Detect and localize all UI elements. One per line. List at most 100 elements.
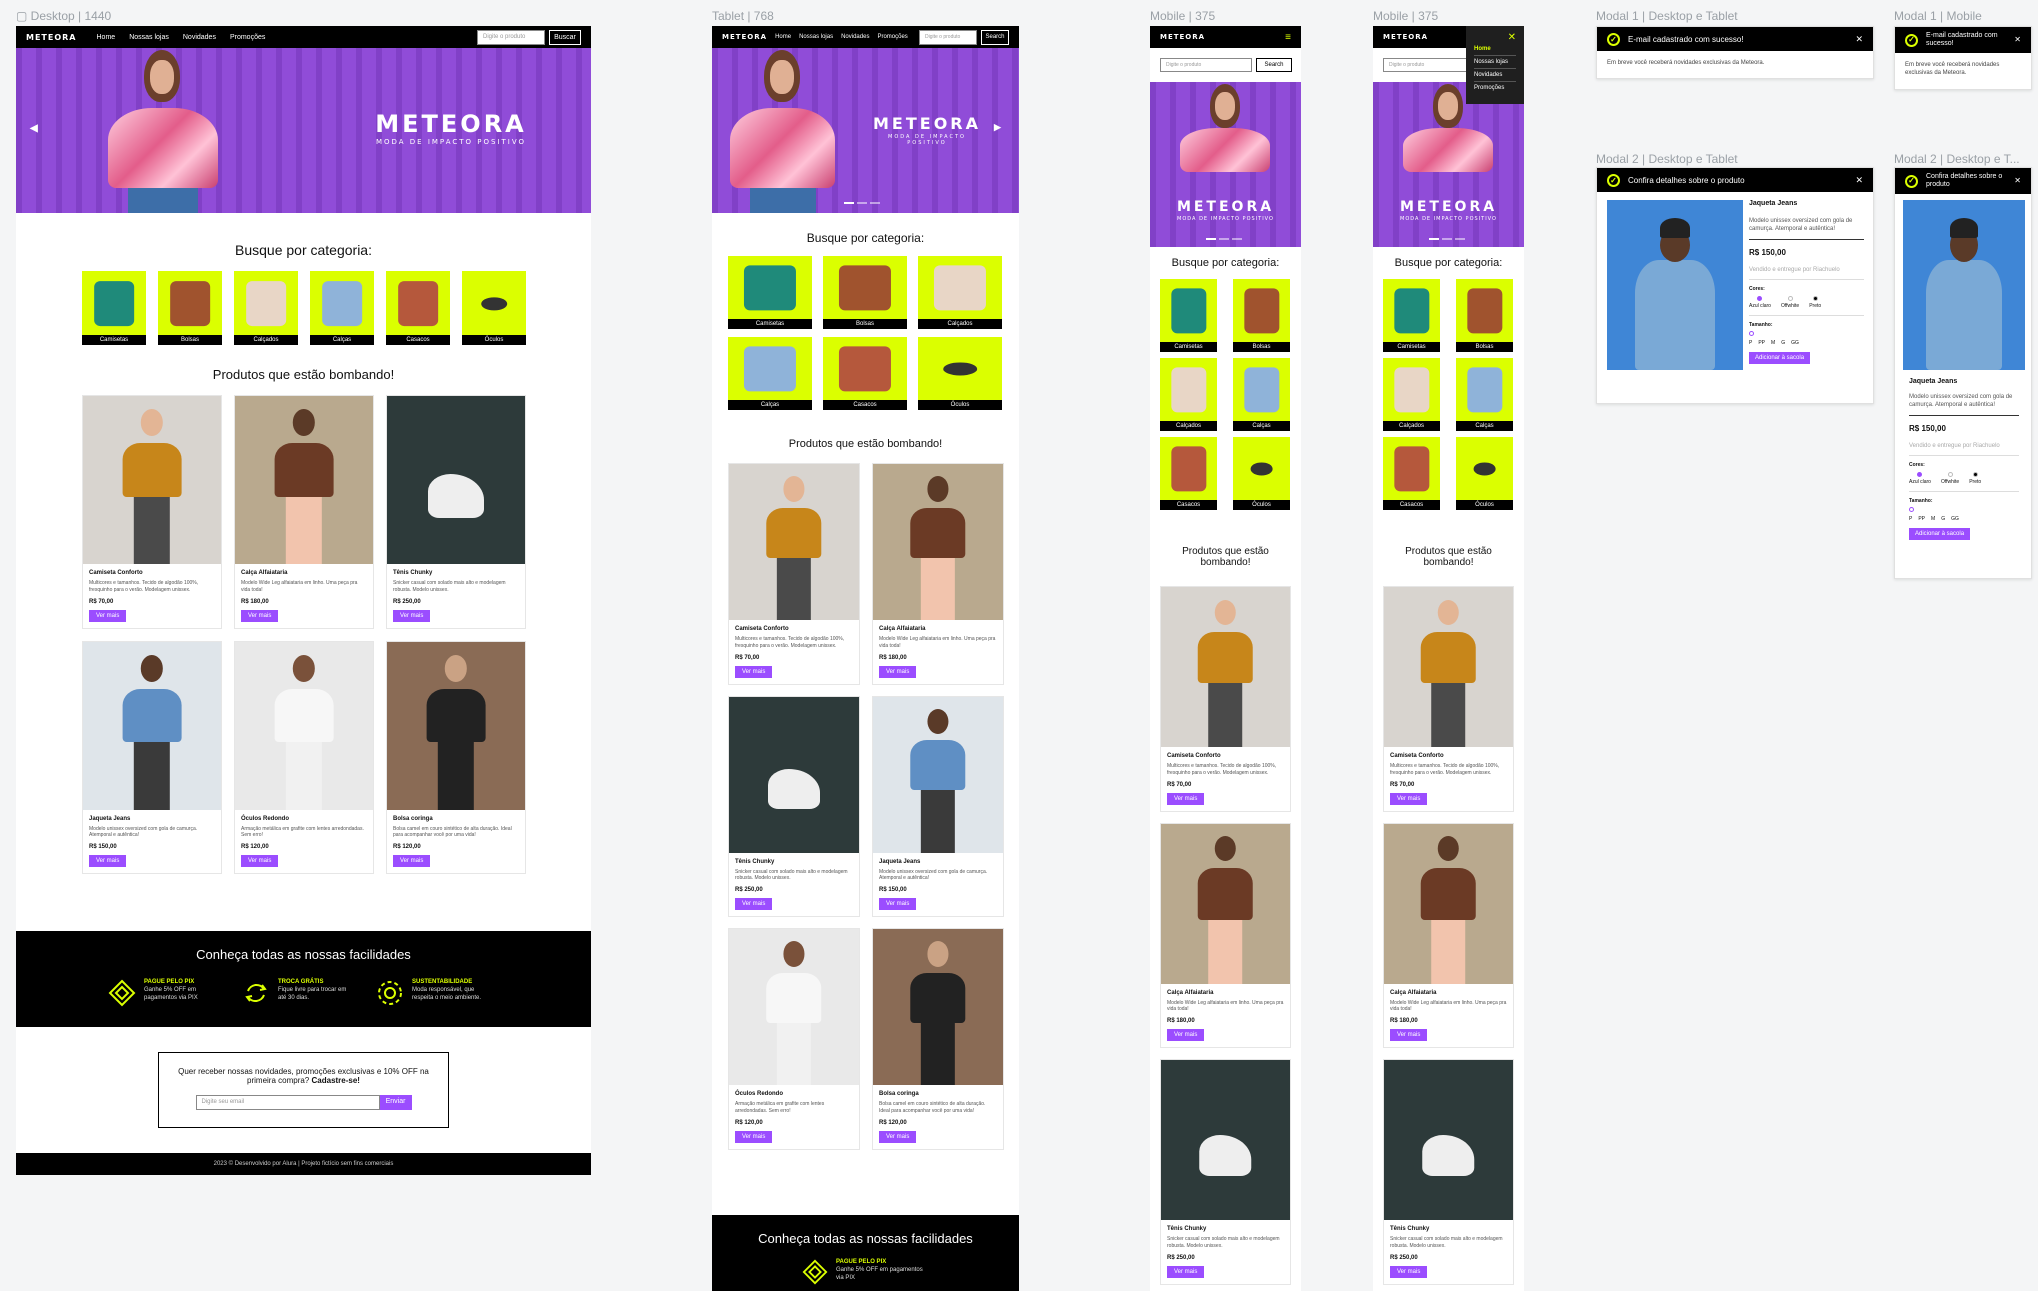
category-tile[interactable]: Óculos — [1233, 437, 1290, 510]
color-option-offwhite[interactable]: Offwhite — [1781, 296, 1799, 309]
logo[interactable]: METEORA — [26, 33, 77, 42]
logo-mobile[interactable]: METEORA — [1160, 33, 1205, 41]
category-tile[interactable]: Bolsas — [1233, 279, 1290, 352]
color-option-black[interactable]: Preto — [1969, 472, 1981, 485]
see-more-button[interactable]: Ver mais — [1167, 1029, 1205, 1041]
search-input[interactable]: Digite o produto — [919, 29, 977, 45]
close-icon[interactable]: ✕ — [1855, 175, 1863, 186]
color-option-light-blue[interactable]: Azul claro — [1909, 472, 1931, 485]
category-label: Calçados — [1383, 421, 1440, 431]
category-tile[interactable]: Calçados — [1383, 358, 1440, 431]
color-option-black[interactable]: Preto — [1809, 296, 1821, 309]
category-tile[interactable]: Casacos — [823, 337, 907, 410]
see-more-button[interactable]: Ver mais — [879, 898, 917, 910]
search-button[interactable]: Search — [981, 29, 1009, 45]
category-tile[interactable]: Camisetas — [1160, 279, 1217, 352]
add-to-bag-button[interactable]: Adicionar à sacola — [1909, 528, 1971, 541]
size-option[interactable]: G — [1781, 340, 1785, 346]
see-more-button[interactable]: Ver mais — [241, 855, 279, 867]
see-more-button[interactable]: Ver mais — [393, 855, 431, 867]
see-more-button[interactable]: Ver mais — [393, 609, 431, 622]
nav-link-promos[interactable]: Promoções — [230, 34, 265, 41]
color-option-light-blue[interactable]: Azul claro — [1749, 296, 1771, 309]
size-option[interactable]: G — [1941, 516, 1945, 522]
category-tile[interactable]: Óculos — [462, 271, 526, 345]
category-tile[interactable]: Casacos — [1383, 437, 1440, 510]
see-more-button[interactable]: Ver mais — [1390, 792, 1428, 805]
email-input[interactable]: Digite seu email — [195, 1095, 380, 1110]
category-tile[interactable]: Calças — [1456, 358, 1513, 431]
see-more-button[interactable]: Ver mais — [241, 609, 279, 622]
hero-next-arrow[interactable]: ▶ — [994, 122, 1001, 133]
see-more-button[interactable]: Ver mais — [1167, 1265, 1205, 1278]
newsletter-submit-button[interactable]: Enviar — [379, 1095, 412, 1110]
size-option[interactable]: GG — [1951, 516, 1959, 522]
see-more-button[interactable]: Ver mais — [735, 665, 773, 678]
see-more-button[interactable]: Ver mais — [879, 665, 917, 678]
close-icon[interactable]: ✕ — [2014, 35, 2021, 45]
close-icon[interactable]: ✕ — [1855, 34, 1863, 45]
search-button[interactable]: Search — [1256, 58, 1292, 72]
close-icon[interactable]: ✕ — [2014, 176, 2021, 186]
category-tile[interactable]: Camisetas — [82, 271, 146, 345]
hamburger-menu-icon[interactable]: ≡ — [1285, 32, 1291, 43]
size-option[interactable]: P — [1909, 516, 1912, 522]
carousel-dots[interactable] — [1206, 238, 1242, 240]
category-tile[interactable]: Camisetas — [728, 256, 812, 329]
color-option-offwhite[interactable]: Offwhite — [1941, 472, 1959, 485]
category-tile[interactable]: Camisetas — [1383, 279, 1440, 352]
size-option[interactable]: PP — [1758, 340, 1765, 346]
category-tile[interactable]: Calças — [310, 271, 374, 345]
menu-item-stores[interactable]: Nossas lojas — [1474, 56, 1516, 69]
see-more-button[interactable]: Ver mais — [1390, 1029, 1428, 1041]
size-radio-selected[interactable] — [1749, 331, 1864, 338]
carousel-dots[interactable] — [1429, 238, 1465, 240]
category-tile[interactable]: Bolsas — [158, 271, 222, 345]
category-tile[interactable]: Bolsas — [1456, 279, 1513, 352]
nav-link-news[interactable]: Novidades — [183, 34, 216, 41]
product-card: Camiseta Conforto Multicores e tamanhos. … — [1383, 586, 1514, 812]
size-option[interactable]: M — [1931, 516, 1935, 522]
logo-tablet[interactable]: METEORA — [722, 33, 767, 41]
nav-link-news[interactable]: Novidades — [841, 34, 869, 40]
category-tile[interactable]: Óculos — [1456, 437, 1513, 510]
nav-link-stores[interactable]: Nossas lojas — [799, 34, 833, 40]
size-radio-selected[interactable] — [1909, 507, 2019, 514]
nav-link-home[interactable]: Home — [97, 34, 116, 41]
category-tile[interactable]: Calçados — [918, 256, 1002, 329]
see-more-button[interactable]: Ver mais — [735, 1130, 773, 1143]
menu-item-home[interactable]: Home — [1474, 43, 1516, 56]
close-icon[interactable]: ✕ — [1474, 32, 1516, 43]
category-tile[interactable]: Calças — [1233, 358, 1290, 431]
category-tile[interactable]: Calças — [728, 337, 812, 410]
search-input[interactable]: Digite o produto — [1383, 58, 1475, 72]
category-tile[interactable]: Bolsas — [823, 256, 907, 329]
size-option[interactable]: P — [1749, 340, 1752, 346]
see-more-button[interactable]: Ver mais — [735, 898, 773, 910]
category-tile[interactable]: Casacos — [1160, 437, 1217, 510]
category-tile[interactable]: Óculos — [918, 337, 1002, 410]
size-option[interactable]: GG — [1791, 340, 1799, 346]
search-button[interactable]: Buscar — [549, 29, 581, 45]
size-option[interactable]: PP — [1918, 516, 1925, 522]
category-tile[interactable]: Casacos — [386, 271, 450, 345]
category-tile[interactable]: Calçados — [234, 271, 298, 345]
category-tile[interactable]: Calçados — [1160, 358, 1217, 431]
add-to-bag-button[interactable]: Adicionar à sacola — [1749, 352, 1811, 365]
nav-link-stores[interactable]: Nossas lojas — [129, 34, 169, 41]
carousel-dots[interactable] — [844, 202, 880, 204]
logo-mobile[interactable]: METEORA — [1383, 33, 1428, 41]
menu-item-news[interactable]: Novidades — [1474, 69, 1516, 82]
see-more-button[interactable]: Ver mais — [1390, 1265, 1428, 1278]
size-option[interactable]: M — [1771, 340, 1775, 346]
see-more-button[interactable]: Ver mais — [879, 1130, 917, 1143]
search-input[interactable]: Digite o produto — [1160, 58, 1252, 72]
hero-prev-arrow[interactable]: ◀ — [30, 123, 38, 134]
see-more-button[interactable]: Ver mais — [89, 855, 127, 867]
menu-item-promos[interactable]: Promoções — [1474, 82, 1516, 94]
search-input[interactable]: Digite o produto — [477, 29, 545, 45]
see-more-button[interactable]: Ver mais — [89, 609, 127, 622]
see-more-button[interactable]: Ver mais — [1167, 792, 1205, 805]
nav-link-promos[interactable]: Promoções — [877, 34, 907, 40]
nav-link-home[interactable]: Home — [775, 34, 791, 40]
